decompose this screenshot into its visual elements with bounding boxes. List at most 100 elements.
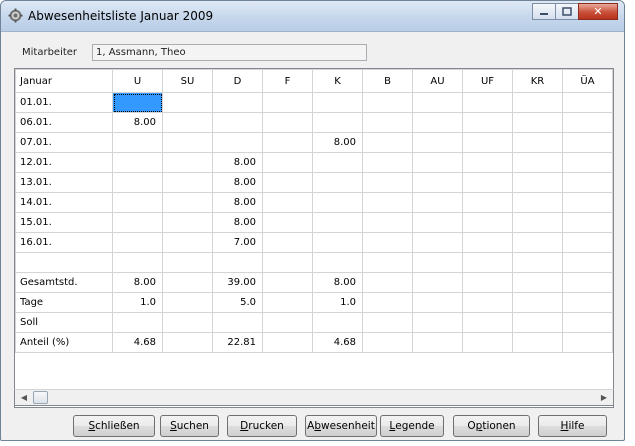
grid-cell[interactable] <box>112 312 163 333</box>
grid-cell[interactable] <box>162 332 213 353</box>
grid-cell[interactable] <box>262 312 313 333</box>
column-header[interactable]: K <box>312 69 363 93</box>
grid-cell[interactable]: 8.00 <box>312 132 363 153</box>
grid-cell[interactable] <box>462 272 513 293</box>
scroll-left-icon[interactable]: ◀ <box>16 390 32 405</box>
grid-cell[interactable] <box>562 272 613 293</box>
grid-cell[interactable] <box>412 212 463 233</box>
grid-cell[interactable] <box>262 272 313 293</box>
column-header[interactable]: UF <box>462 69 513 93</box>
grid-cell[interactable] <box>362 292 413 313</box>
column-header[interactable]: D <box>212 69 263 93</box>
grid-cell[interactable] <box>562 312 613 333</box>
grid-cell[interactable] <box>262 172 313 193</box>
horizontal-scrollbar[interactable]: ◀ ▶ <box>14 389 614 406</box>
grid-cell[interactable]: 22.81 <box>212 332 263 353</box>
grid-cell[interactable] <box>562 332 613 353</box>
grid-cell[interactable] <box>462 92 513 113</box>
grid-cell[interactable] <box>512 332 563 353</box>
grid-cell[interactable] <box>362 332 413 353</box>
grid-cell[interactable] <box>312 192 363 213</box>
grid-cell[interactable]: 1.0 <box>112 292 163 313</box>
grid-cell[interactable] <box>262 192 313 213</box>
grid-cell[interactable] <box>312 112 363 133</box>
suchen-button[interactable]: Suchen <box>160 415 219 437</box>
grid-cell[interactable] <box>112 232 163 253</box>
grid-cell[interactable] <box>562 152 613 173</box>
grid-cell[interactable] <box>362 192 413 213</box>
grid-cell[interactable] <box>162 232 213 253</box>
grid-cell[interactable] <box>262 112 313 133</box>
grid-cell[interactable]: 1.0 <box>312 292 363 313</box>
grid-cell[interactable] <box>512 112 563 133</box>
grid-cell[interactable] <box>112 152 163 173</box>
grid-cell[interactable] <box>112 252 163 273</box>
grid-cell[interactable] <box>112 132 163 153</box>
grid-cell[interactable] <box>262 252 313 273</box>
grid-cell[interactable] <box>512 192 563 213</box>
grid-cell[interactable] <box>162 132 213 153</box>
grid-cell[interactable]: 39.00 <box>212 272 263 293</box>
grid-cell[interactable] <box>162 192 213 213</box>
grid-cell[interactable] <box>362 112 413 133</box>
grid-cell[interactable] <box>462 152 513 173</box>
grid-cell[interactable] <box>262 132 313 153</box>
grid-cell[interactable] <box>462 252 513 273</box>
column-header[interactable]: U <box>112 69 163 93</box>
grid-cell[interactable] <box>162 312 213 333</box>
grid-cell[interactable] <box>262 92 313 113</box>
column-header[interactable]: F <box>262 69 313 93</box>
grid-cell[interactable] <box>312 152 363 173</box>
grid-cell[interactable] <box>412 312 463 333</box>
close-button[interactable]: ✕ <box>578 3 618 20</box>
grid-cell[interactable] <box>212 132 263 153</box>
schliessen-button[interactable]: Schließen <box>73 415 155 437</box>
grid-cell[interactable] <box>412 132 463 153</box>
scrollbar-thumb[interactable] <box>33 391 48 404</box>
grid-cell[interactable] <box>312 212 363 233</box>
grid-cell[interactable] <box>412 92 463 113</box>
grid-cell[interactable]: 4.68 <box>112 332 163 353</box>
grid-cell[interactable] <box>312 252 363 273</box>
grid-cell[interactable] <box>162 212 213 233</box>
grid-cell[interactable] <box>362 312 413 333</box>
grid-cell[interactable] <box>512 172 563 193</box>
legende-button[interactable]: Legende <box>380 415 444 437</box>
grid-cell[interactable] <box>362 272 413 293</box>
scroll-right-icon[interactable]: ▶ <box>596 390 612 405</box>
column-header[interactable]: KR <box>512 69 563 93</box>
grid-cell[interactable] <box>312 232 363 253</box>
column-header[interactable]: SU <box>162 69 213 93</box>
grid-cell[interactable] <box>562 192 613 213</box>
grid-cell[interactable] <box>512 132 563 153</box>
grid-cell[interactable] <box>462 292 513 313</box>
grid-cell[interactable] <box>462 172 513 193</box>
grid-cell[interactable] <box>362 212 413 233</box>
column-header[interactable]: Januar <box>15 69 113 93</box>
grid-cell[interactable] <box>512 92 563 113</box>
grid-cell[interactable] <box>512 152 563 173</box>
grid-cell[interactable] <box>462 132 513 153</box>
grid-cell[interactable] <box>362 92 413 113</box>
grid-cell[interactable] <box>512 232 563 253</box>
title-bar[interactable]: Abwesenheitsliste Januar 2009 ✕ <box>1 1 624 32</box>
grid-cell[interactable] <box>562 292 613 313</box>
abwesenheit-button[interactable]: Ab wesenheit <box>305 415 377 437</box>
grid-cell[interactable] <box>212 252 263 273</box>
grid-cell[interactable] <box>312 312 363 333</box>
column-header[interactable]: AU <box>412 69 463 93</box>
grid-cell[interactable] <box>162 172 213 193</box>
grid-cell[interactable]: 7.00 <box>212 232 263 253</box>
grid-cell[interactable] <box>462 312 513 333</box>
grid-cell[interactable] <box>462 212 513 233</box>
grid-cell[interactable] <box>412 332 463 353</box>
grid-cell[interactable] <box>212 112 263 133</box>
grid-cell[interactable] <box>362 152 413 173</box>
grid-cell[interactable] <box>512 252 563 273</box>
grid-cell[interactable] <box>562 232 613 253</box>
grid-cell[interactable]: 4.68 <box>312 332 363 353</box>
grid-cell[interactable]: 8.00 <box>212 152 263 173</box>
grid-cell[interactable] <box>562 212 613 233</box>
grid-cell[interactable] <box>262 152 313 173</box>
grid-cell[interactable] <box>162 272 213 293</box>
